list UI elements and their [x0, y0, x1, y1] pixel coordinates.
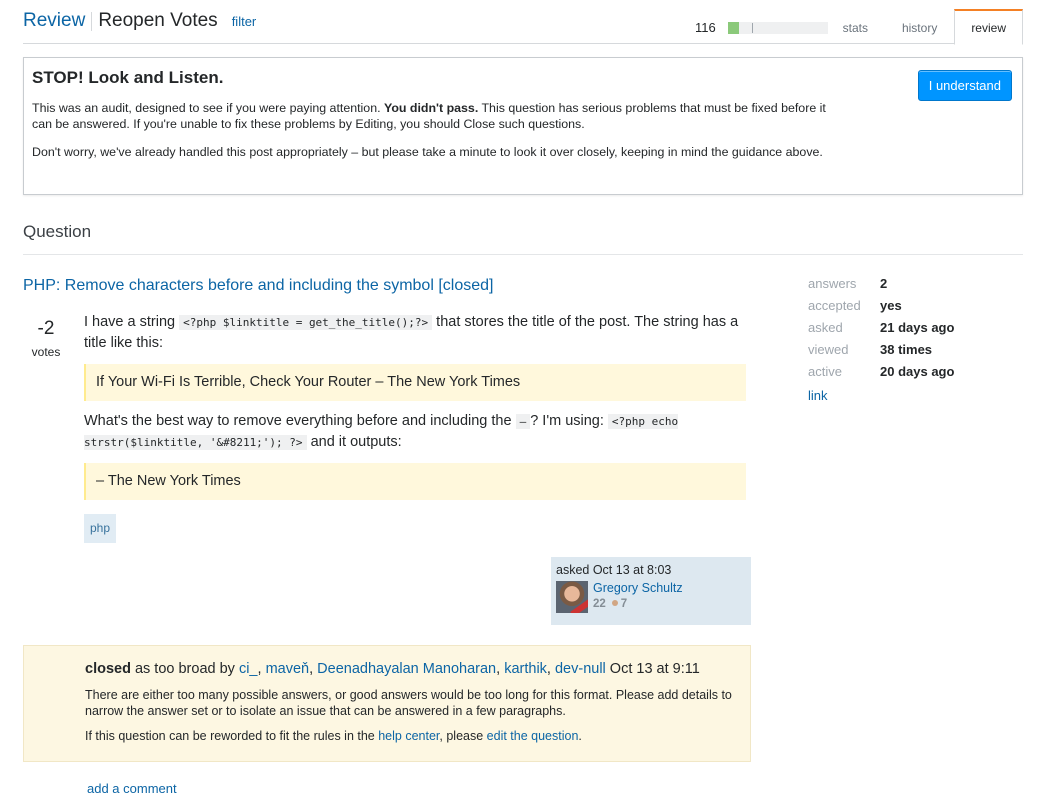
audit-guidance: Don't worry, we've already handled this …: [32, 145, 823, 159]
closed-status: closed: [85, 661, 131, 677]
audit-fail-text: You didn't pass.: [383, 101, 479, 115]
vote-count: -2: [37, 318, 55, 339]
review-tabs: stats history review: [826, 9, 1023, 45]
stat-row: viewed 38 times: [808, 338, 954, 360]
stat-row: asked 21 days ago: [808, 316, 954, 338]
progress-bar: [728, 21, 828, 34]
stat-label: asked: [808, 319, 843, 335]
asked-time: asked Oct 13 at 8:03: [556, 563, 672, 577]
closed-header: closed as too broad by ci_, maveň, Deena…: [85, 661, 700, 677]
audit-title: STOP! Look and Listen.: [32, 68, 224, 87]
stat-label: active: [808, 363, 842, 379]
title-divider: [91, 11, 93, 31]
inline-code: –: [515, 414, 531, 429]
stat-row: answers 2: [808, 272, 954, 294]
text: .: [578, 729, 582, 743]
queue-title: Reopen Votes: [98, 10, 218, 31]
question-stats: answers 2 accepted yes asked 21 days ago vi…: [808, 272, 954, 404]
closed-notice: closed as too broad by ci_, maveň, Deena…: [23, 645, 751, 762]
user-name-link[interactable]: Gregory Schultz: [593, 581, 683, 595]
question-body: I have a string <?php $linktitle = get_t…: [84, 312, 746, 543]
stat-row: active 20 days ago: [808, 360, 954, 382]
reputation: 22 7: [593, 598, 627, 610]
text: If this question can be reworded to fit …: [85, 729, 379, 743]
votes-label: votes: [31, 345, 61, 359]
body-paragraph: What's the best way to remove everything…: [84, 411, 746, 453]
stat-label: viewed: [808, 341, 849, 357]
stat-value: 38 times: [880, 341, 933, 357]
i-understand-button[interactable]: I understand: [917, 70, 1012, 101]
voter-link[interactable]: dev-null: [555, 661, 606, 677]
inline-code: <?php $linktitle = get_the_title();?>: [179, 315, 433, 330]
bronze-badge-count: 7: [620, 598, 628, 610]
progress-tick: [752, 22, 753, 33]
avatar[interactable]: [556, 581, 588, 613]
text: What's the best way to remove everything…: [84, 413, 516, 429]
stat-value: 20 days ago: [880, 363, 955, 379]
help-center-link[interactable]: help center: [378, 729, 439, 743]
voter-link[interactable]: ci_: [239, 661, 258, 677]
review-header: Review Reopen Votes filter 116 stats his…: [23, 0, 1023, 45]
page-title: Review Reopen Votes filter: [23, 10, 256, 32]
tab-review[interactable]: review: [954, 9, 1023, 45]
section-divider: [23, 254, 1023, 255]
add-comment-link[interactable]: add a comment: [87, 781, 177, 796]
closed-explanation: There are either too many possible answe…: [85, 688, 732, 718]
audit-notice: STOP! Look and Listen. This was an audit…: [23, 57, 1023, 195]
blockquote: – The New York Times: [84, 463, 746, 500]
audit-text: This was an audit, designed to see if yo…: [32, 101, 384, 115]
tag-php[interactable]: php: [84, 514, 117, 543]
closed-reason: as too broad by: [130, 661, 239, 677]
body-paragraph: I have a string <?php $linktitle = get_t…: [84, 312, 746, 354]
stat-row: accepted yes: [808, 294, 954, 316]
blockquote: If Your Wi-Fi Is Terrible, Check Your Ro…: [84, 364, 746, 401]
user-card: Gregory Schultz 22 7: [556, 581, 746, 613]
audit-message: This was an audit, designed to see if yo…: [32, 100, 832, 132]
text: , please: [439, 729, 487, 743]
reword-note: If this question can be reworded to fit …: [85, 728, 735, 744]
stat-value: yes: [880, 297, 902, 313]
review-progress: 116: [695, 20, 828, 35]
text: and it outputs:: [306, 434, 402, 450]
question-title-link[interactable]: PHP: Remove characters before and includ…: [23, 277, 493, 295]
review-link[interactable]: Review: [23, 10, 85, 32]
voter-link[interactable]: karthik: [504, 661, 547, 677]
review-count: 116: [695, 20, 716, 35]
bronze-badge-icon: [611, 600, 618, 606]
closed-date: Oct 13 at 9:11: [605, 661, 700, 677]
voter-link[interactable]: maveň: [266, 661, 310, 677]
text: I have a string: [84, 314, 180, 330]
stat-value: 2: [880, 275, 888, 291]
text: ? I'm using:: [530, 413, 608, 429]
section-title: Question: [23, 222, 92, 241]
reputation-score: 22: [593, 598, 606, 610]
tab-stats[interactable]: stats: [826, 9, 885, 45]
stat-value: 21 days ago: [880, 319, 955, 335]
stat-label: accepted: [808, 297, 861, 313]
voter-link[interactable]: Deenadhayalan Manoharan: [317, 661, 496, 677]
permalink[interactable]: link: [808, 388, 954, 403]
stat-label: answers: [808, 275, 857, 291]
progress-fill: [728, 21, 739, 34]
tab-history[interactable]: history: [885, 9, 954, 45]
edit-question-link[interactable]: edit the question: [487, 729, 579, 743]
owner-signature: asked Oct 13 at 8:03 Gregory Schultz 22 7: [551, 557, 751, 625]
filter-link[interactable]: filter: [232, 14, 257, 29]
vote-cell: -2 votes: [23, 318, 69, 359]
user-details: Gregory Schultz 22 7: [593, 581, 683, 613]
